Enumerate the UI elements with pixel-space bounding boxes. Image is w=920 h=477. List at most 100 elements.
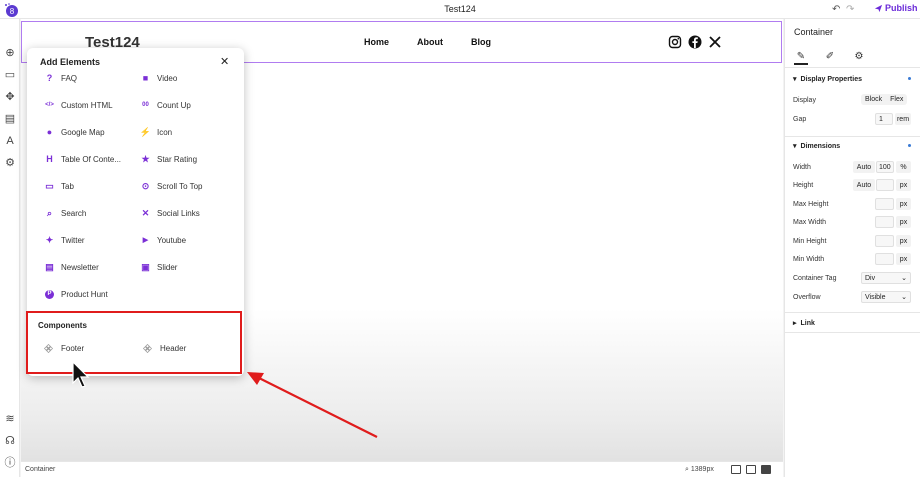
element-product-hunt[interactable]: P Product Hunt: [45, 288, 108, 300]
max-height-unit[interactable]: px: [896, 198, 911, 210]
instagram-icon[interactable]: [668, 35, 682, 49]
link-section-header[interactable]: ▸ Link: [793, 319, 815, 328]
desktop-icon[interactable]: [731, 465, 741, 474]
element-label: Product Hunt: [61, 289, 108, 299]
tablet-icon[interactable]: [746, 465, 756, 474]
props-title: Container: [794, 27, 834, 37]
heading-icon: H: [46, 154, 53, 164]
annotation-arrow: [247, 372, 378, 438]
info-icon[interactable]: ⓘ: [3, 456, 17, 470]
tab-settings-gear-icon[interactable]: ⚙: [852, 51, 866, 65]
device-switcher: [731, 465, 771, 474]
layers-icon[interactable]: ≋: [3, 412, 17, 426]
width-auto-button[interactable]: Auto: [853, 161, 875, 173]
section-icon[interactable]: ▭: [3, 68, 17, 82]
newsletter-icon: ▤: [45, 261, 54, 272]
element-label: Icon: [157, 127, 173, 137]
properties-panel: Container ✎ ✐ ⚙ ▾ Display Properties Dis…: [784, 19, 920, 477]
element-icon[interactable]: ⚡ Icon: [139, 126, 173, 138]
display-block-option[interactable]: Block: [861, 94, 886, 105]
element-table-of-contents[interactable]: H Table Of Conte...: [45, 153, 121, 165]
display-flex-option[interactable]: Flex: [886, 94, 907, 105]
support-headset-icon[interactable]: ☊: [3, 434, 17, 448]
canvas-width-value: 1389px: [690, 466, 714, 473]
nav-link-blog[interactable]: Blog: [471, 37, 491, 47]
element-search[interactable]: ⌕ Search: [45, 207, 86, 219]
search-icon: ⌕: [46, 207, 53, 218]
element-youtube[interactable]: ▶ Youtube: [141, 234, 186, 246]
container-tag-select[interactable]: Div ⌄: [861, 272, 911, 284]
components-icon[interactable]: ✥: [3, 90, 17, 104]
twitter-bird-icon: ✦: [45, 234, 54, 245]
min-width-input[interactable]: [875, 253, 894, 265]
max-width-input[interactable]: [875, 216, 894, 228]
dimensions-header[interactable]: ▾ Dimensions: [793, 142, 840, 151]
mobile-icon[interactable]: [761, 465, 771, 474]
overflow-select[interactable]: Visible ⌄: [861, 291, 911, 303]
typography-icon[interactable]: A: [3, 134, 17, 148]
height-unit-select[interactable]: px: [896, 179, 911, 191]
select-value: Div: [865, 274, 876, 282]
publish-button[interactable]: Publish: [874, 3, 918, 13]
top-bar: 8 Test124 ↶ ↷ Publish: [0, 0, 920, 19]
nav-link-home[interactable]: Home: [364, 37, 389, 47]
question-icon: ?: [46, 73, 53, 83]
element-label: Search: [61, 208, 87, 218]
min-width-unit[interactable]: px: [896, 253, 911, 265]
min-height-input[interactable]: [875, 235, 894, 247]
container-tag-label: Container Tag: [793, 275, 837, 282]
tab-edit-pencil-icon[interactable]: ✎: [794, 51, 808, 65]
section-indicator-dot: [908, 144, 911, 147]
section-indicator-dot: [908, 77, 911, 80]
canvas-width-readout: ⌕ 1389px: [685, 466, 714, 474]
x-icon[interactable]: [708, 35, 722, 49]
min-height-label: Min Height: [793, 238, 827, 245]
collapse-caret-icon: ▾: [793, 143, 797, 150]
element-faq[interactable]: ? FAQ: [45, 72, 77, 84]
chevron-down-icon: ⌄: [901, 294, 907, 301]
element-count-up[interactable]: 00 Count Up: [141, 99, 191, 111]
height-auto-button[interactable]: Auto: [853, 179, 875, 191]
min-height-unit[interactable]: px: [896, 235, 911, 247]
settings-gear-icon[interactable]: ⚙: [3, 156, 17, 170]
selected-element-label: Container: [25, 466, 56, 473]
product-hunt-icon: P: [45, 289, 54, 299]
scroll-up-icon: ⊙: [141, 180, 150, 191]
code-icon: </>: [45, 102, 54, 108]
display-properties-header[interactable]: ▾ Display Properties: [793, 75, 862, 84]
close-icon[interactable]: ✕: [220, 55, 229, 68]
gap-unit-select[interactable]: rem: [895, 113, 911, 125]
element-label: Slider: [157, 262, 178, 272]
element-twitter[interactable]: ✦ Twitter: [45, 234, 85, 246]
tab-style-brush-icon[interactable]: ✐: [823, 51, 837, 65]
height-input[interactable]: [876, 179, 894, 191]
max-height-input[interactable]: [875, 198, 894, 210]
gap-input[interactable]: 1: [875, 113, 893, 125]
width-unit-select[interactable]: %: [896, 161, 911, 173]
add-element-icon[interactable]: ⊕: [3, 46, 17, 60]
max-width-label: Max Width: [793, 219, 827, 226]
element-google-map[interactable]: ● Google Map: [45, 126, 105, 138]
element-star-rating[interactable]: ★ Star Rating: [141, 153, 197, 165]
redo-icon[interactable]: ↷: [846, 4, 854, 15]
nav-link-about[interactable]: About: [417, 37, 443, 47]
max-height-label: Max Height: [793, 201, 829, 208]
lightning-icon: ⚡: [139, 126, 152, 137]
element-social-links[interactable]: ✕ Social Links: [141, 207, 200, 219]
max-width-unit[interactable]: px: [896, 216, 911, 228]
element-scroll-to-top[interactable]: ⊙ Scroll To Top: [141, 180, 203, 192]
section-title: Display Properties: [800, 75, 862, 83]
facebook-icon[interactable]: [688, 35, 702, 49]
element-video[interactable]: ■ Video: [141, 72, 178, 84]
select-value: Visible: [865, 293, 886, 301]
pages-icon[interactable]: ▤: [3, 112, 17, 126]
element-label: FAQ: [61, 73, 78, 83]
width-input[interactable]: 100: [876, 161, 894, 173]
divider: [785, 136, 920, 137]
element-label: Google Map: [61, 127, 105, 137]
element-tab[interactable]: ▭ Tab: [45, 180, 74, 192]
undo-icon[interactable]: ↶: [832, 4, 840, 15]
element-newsletter[interactable]: ▤ Newsletter: [45, 261, 99, 273]
element-custom-html[interactable]: </> Custom HTML: [45, 99, 112, 111]
element-slider[interactable]: ▣ Slider: [141, 261, 177, 273]
